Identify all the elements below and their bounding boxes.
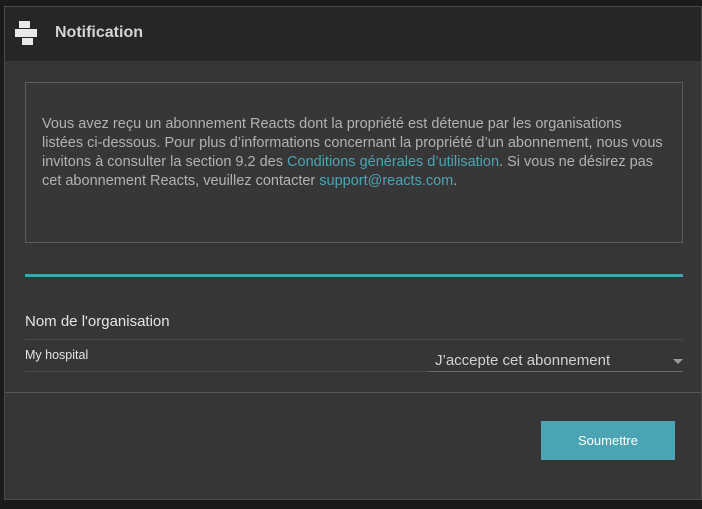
- support-email-link[interactable]: support@reacts.com: [319, 173, 453, 189]
- terms-link[interactable]: Conditions générales d’utilisation: [287, 154, 499, 170]
- footer-divider: [5, 392, 701, 393]
- submit-button[interactable]: Soumettre: [541, 421, 675, 460]
- info-box: Vous avez reçu un abonnement Reacts dont…: [25, 82, 683, 243]
- info-text-part-3: .: [453, 173, 458, 189]
- dialog-title: Notification: [55, 24, 143, 41]
- reacts-logo-icon: [15, 21, 37, 45]
- notification-dialog: Notification Vous avez reçu un abonnemen…: [4, 6, 702, 500]
- subscription-decision-value: J’accepte cet abonnement: [435, 352, 611, 369]
- organization-name: My hospital: [25, 348, 89, 362]
- column-header-divider: [25, 339, 683, 340]
- info-message: Vous avez reçu un abonnement Reacts dont…: [42, 115, 666, 191]
- accent-divider: [25, 274, 683, 277]
- row-divider: [25, 371, 429, 372]
- organization-column-header: Nom de l'organisation: [25, 313, 170, 330]
- dialog-header: Notification: [5, 7, 701, 61]
- chevron-down-icon: [673, 359, 683, 364]
- subscription-decision-select[interactable]: J’accepte cet abonnement: [429, 350, 683, 372]
